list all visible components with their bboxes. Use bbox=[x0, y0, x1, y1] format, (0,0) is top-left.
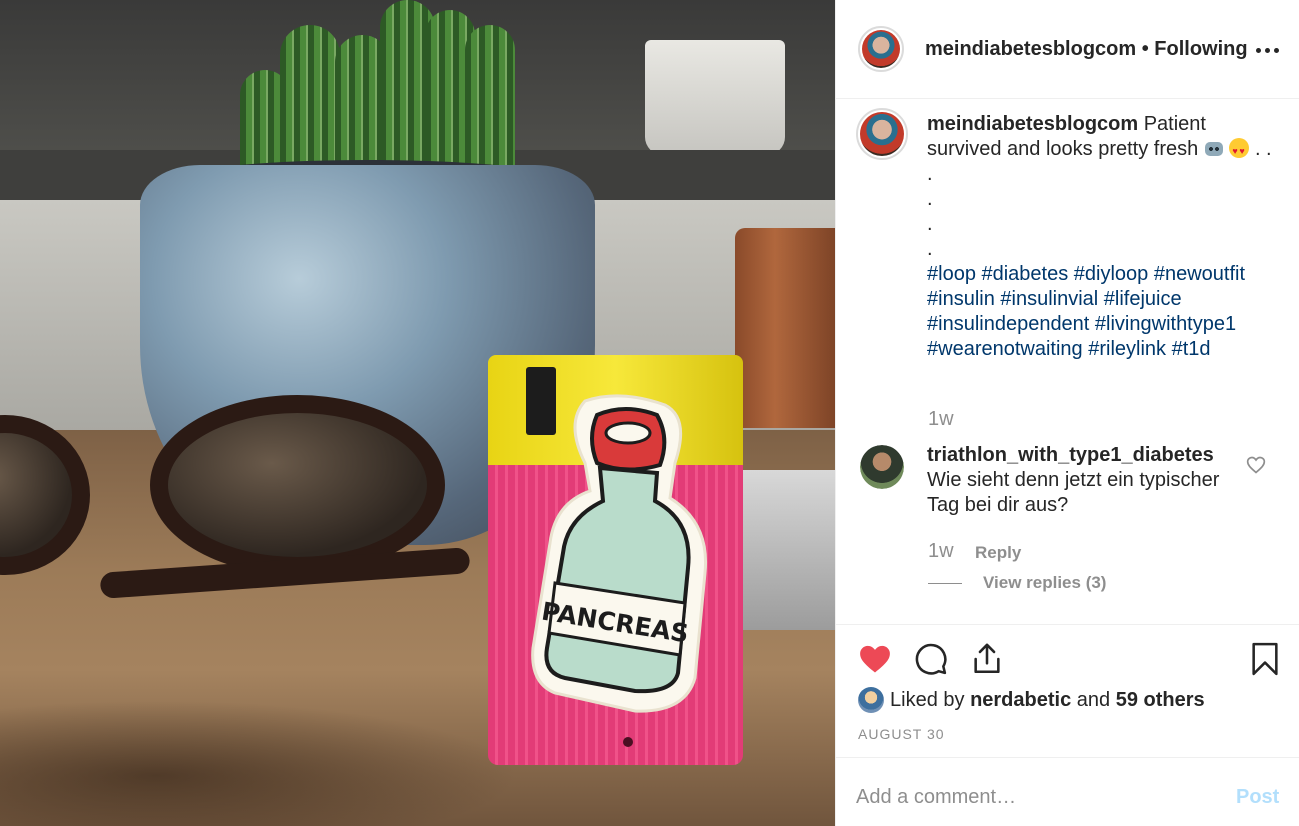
add-comment-bar: Post bbox=[836, 757, 1299, 826]
heart-eyes-icon bbox=[1229, 138, 1250, 164]
header-username[interactable]: meindiabetesblogcom bbox=[925, 38, 1136, 60]
comment: triathlon_with_type1_diabetes Wie sieht … bbox=[927, 443, 1237, 518]
caption-dot: . bbox=[927, 163, 933, 185]
caption-timestamp[interactable]: 1w bbox=[928, 408, 954, 431]
more-horizontal-icon[interactable] bbox=[1256, 38, 1282, 62]
following-button[interactable]: Following bbox=[1154, 38, 1247, 60]
likes-joiner: and bbox=[1076, 689, 1111, 711]
pancreas-sticker: PANCREAS bbox=[531, 394, 708, 713]
caption-author-avatar[interactable] bbox=[856, 108, 908, 160]
add-comment-input[interactable] bbox=[856, 784, 1216, 810]
view-replies-button[interactable]: View replies (3) bbox=[983, 573, 1106, 593]
bookmark-icon[interactable] bbox=[1248, 642, 1282, 676]
comment-like-icon[interactable] bbox=[1246, 455, 1266, 475]
commenter-avatar[interactable] bbox=[860, 445, 904, 489]
post-photo[interactable]: PANCREAS bbox=[0, 0, 835, 826]
caption-trail: . . bbox=[1254, 138, 1272, 160]
liker-avatar[interactable] bbox=[858, 687, 884, 713]
comment-icon[interactable] bbox=[914, 642, 948, 676]
header-user-line: meindiabetesblogcom • Following bbox=[925, 38, 1248, 61]
caption-dot: . bbox=[927, 238, 933, 260]
share-icon[interactable] bbox=[970, 642, 1004, 676]
action-bar: Liked by nerdabetic and 59 others AUGUST… bbox=[836, 624, 1299, 757]
comment-text: Wie sieht denn jetzt ein typischer Tag b… bbox=[927, 469, 1220, 516]
reply-button[interactable]: Reply bbox=[975, 543, 1021, 563]
cactus bbox=[240, 0, 520, 185]
likes-summary: Liked by nerdabetic and 59 others bbox=[858, 687, 1205, 713]
post-caption: meindiabetesblogcom Patient survived and… bbox=[927, 112, 1277, 362]
robot-face-icon bbox=[1204, 139, 1224, 157]
likes-others-count[interactable]: 59 others bbox=[1116, 689, 1205, 711]
background-papers bbox=[740, 470, 835, 630]
caption-username[interactable]: meindiabetesblogcom bbox=[927, 113, 1138, 135]
author-avatar[interactable] bbox=[858, 26, 904, 72]
comment-username[interactable]: triathlon_with_type1_diabetes bbox=[927, 443, 1237, 468]
comment-timestamp[interactable]: 1w bbox=[928, 540, 954, 563]
caption-dot: . bbox=[927, 213, 933, 235]
likes-prefix: Liked by bbox=[890, 689, 965, 711]
heart-filled-icon[interactable] bbox=[858, 642, 892, 676]
background-chair bbox=[735, 228, 835, 428]
post-sidebar: meindiabetesblogcom • Following meindiab… bbox=[835, 0, 1299, 826]
liker-username[interactable]: nerdabetic bbox=[970, 689, 1071, 711]
background-cup bbox=[645, 40, 785, 155]
post-header: meindiabetesblogcom • Following bbox=[836, 0, 1299, 99]
caption-hashtags[interactable]: #loop #diabetes #diyloop #newoutfit #ins… bbox=[927, 263, 1245, 360]
table-shadow bbox=[0, 700, 520, 826]
caption-dot: . bbox=[927, 188, 933, 210]
view-replies-line bbox=[928, 583, 962, 584]
post-date[interactable]: AUGUST 30 bbox=[858, 726, 945, 742]
header-separator: • bbox=[1141, 38, 1149, 60]
post-comment-button[interactable]: Post bbox=[1236, 786, 1279, 809]
